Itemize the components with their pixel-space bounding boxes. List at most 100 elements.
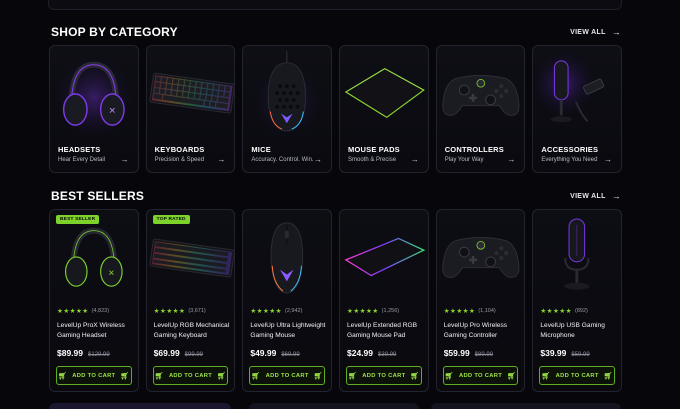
microphone-icon bbox=[533, 47, 622, 139]
price-row: $69.99 $99.99 bbox=[154, 348, 203, 358]
category-subtitle: Accuracy. Control. Win. bbox=[251, 157, 314, 163]
category-label: ACCESSORIES bbox=[541, 145, 599, 154]
category-card-keyboards[interactable]: KEYBOARDS Precision & Speed → bbox=[145, 45, 236, 173]
category-card-accessories[interactable]: ACCESSORIES Everything You Need → bbox=[532, 45, 623, 173]
add-to-cart-label: ADD TO CART bbox=[555, 372, 599, 379]
arrow-right-icon: → bbox=[410, 155, 419, 164]
add-to-cart-button[interactable]: 🛒︎ ADD TO CART 🛒︎ bbox=[346, 366, 422, 385]
cart-plus-icon: 🛒︎ bbox=[120, 372, 130, 380]
old-price: $89.99 bbox=[474, 352, 494, 358]
controller-icon bbox=[441, 74, 520, 116]
category-grid: ✕ HEADSETS Hear Every Detail → KEYBOARDS… bbox=[49, 45, 623, 173]
product-name[interactable]: LevelUp USB Gaming Microphone bbox=[540, 321, 621, 341]
arrow-right-icon: → bbox=[611, 191, 621, 201]
add-to-cart-label: ADD TO CART bbox=[458, 372, 503, 379]
price-row: $49.99 $69.99 bbox=[250, 348, 299, 358]
cart-plus-icon: 🛒︎ bbox=[507, 372, 517, 380]
old-price: $99.99 bbox=[184, 352, 204, 358]
product-card-mouse[interactable]: ★★★★★ (2,942) LevelUp Ultra Lightweight … bbox=[242, 209, 333, 392]
category-section-title: SHOP BY CATEGORY bbox=[51, 25, 178, 39]
add-to-cart-button[interactable]: 🛒︎ ADD TO CART 🛒︎ bbox=[442, 366, 519, 385]
mousepad-icon bbox=[344, 67, 425, 119]
product-name[interactable]: LevelUp Extended RGB Gaming Mouse Pad bbox=[347, 321, 428, 341]
arrow-right-icon: → bbox=[507, 155, 516, 164]
product-grid: ✕ BEST SELLER ★★★★★ (4,823) LevelUp ProX… bbox=[49, 209, 623, 392]
cart-icon: 🛒︎ bbox=[154, 372, 164, 380]
review-count: (892) bbox=[575, 308, 588, 314]
price: $89.99 bbox=[57, 348, 83, 358]
arrow-right-icon: → bbox=[217, 155, 226, 164]
review-count: (3,671) bbox=[188, 308, 206, 314]
rating: ★★★★★ (3,671) bbox=[154, 307, 206, 315]
view-all-label: VIEW ALL bbox=[570, 192, 606, 200]
price-row: $89.99 $129.99 bbox=[57, 348, 110, 358]
cart-plus-icon: 🛒︎ bbox=[313, 372, 323, 380]
add-to-cart-button[interactable]: 🛒︎ ADD TO CART 🛒︎ bbox=[152, 366, 229, 385]
bestsellers-view-all-link[interactable]: VIEW ALL → bbox=[570, 191, 621, 201]
product-name[interactable]: LevelUp Ultra Lightweight Gaming Mouse bbox=[250, 321, 331, 341]
bestsellers-section-title: BEST SELLERS bbox=[51, 189, 145, 203]
category-label: CONTROLLERS bbox=[444, 145, 504, 154]
add-to-cart-button[interactable]: 🛒︎ ADD TO CART 🛒︎ bbox=[539, 366, 616, 385]
star-rating-icon: ★★★★★ bbox=[540, 308, 572, 315]
add-to-cart-label: ADD TO CART bbox=[362, 372, 406, 379]
arrow-right-icon: → bbox=[120, 155, 129, 164]
star-rating-icon: ★★★★★ bbox=[250, 308, 282, 315]
rating: ★★★★★ (1,256) bbox=[347, 307, 399, 315]
add-to-cart-button[interactable]: 🛒︎ ADD TO CART 🛒︎ bbox=[249, 366, 326, 385]
arrow-right-icon: → bbox=[314, 155, 323, 164]
old-price: $69.99 bbox=[281, 352, 300, 358]
review-count: (1,104) bbox=[478, 308, 496, 314]
price: $39.99 bbox=[540, 348, 567, 358]
category-card-controllers[interactable]: CONTROLLERS Play Your Way → bbox=[435, 45, 526, 173]
add-to-cart-button[interactable]: 🛒︎ ADD TO CART 🛒︎ bbox=[56, 366, 132, 385]
cart-plus-icon: 🛒︎ bbox=[603, 372, 613, 380]
star-rating-icon: ★★★★★ bbox=[443, 308, 476, 315]
rating: ★★★★★ (4,823) bbox=[57, 307, 109, 315]
controller-icon bbox=[441, 237, 520, 278]
product-name[interactable]: LevelUp ProX Wireless Gaming Headset bbox=[57, 321, 138, 341]
product-card-mousepad[interactable]: ★★★★★ (1,256) LevelUp Extended RGB Gamin… bbox=[339, 209, 429, 392]
category-card-mouse-pads[interactable]: MOUSE PADS Smooth & Precise → bbox=[339, 45, 429, 173]
cart-icon: 🛒︎ bbox=[444, 372, 454, 380]
price-row: $59.99 $89.99 bbox=[444, 348, 493, 358]
categories-view-all-link[interactable]: VIEW ALL → bbox=[570, 27, 621, 37]
product-name[interactable]: LevelUp Pro Wireless Gaming Controller bbox=[444, 321, 525, 341]
add-to-cart-label: ADD TO CART bbox=[168, 372, 213, 379]
mousepad-icon bbox=[344, 237, 426, 277]
star-rating-icon: ★★★★★ bbox=[57, 308, 89, 315]
review-count: (1,256) bbox=[381, 308, 400, 314]
next-section-card bbox=[49, 403, 231, 409]
cart-plus-icon: 🛒︎ bbox=[410, 372, 420, 380]
next-section-card bbox=[249, 403, 419, 409]
price: $24.99 bbox=[347, 348, 374, 358]
add-to-cart-label: ADD TO CART bbox=[265, 372, 309, 379]
top-banner-edge bbox=[48, 0, 622, 10]
category-card-mice[interactable]: MICE Accuracy. Control. Win. → bbox=[242, 45, 333, 173]
microphone-icon bbox=[564, 218, 590, 290]
product-name[interactable]: LevelUp RGB Mechanical Gaming Keyboard bbox=[154, 321, 235, 341]
category-label: KEYBOARDS bbox=[154, 145, 205, 154]
review-count: (4,823) bbox=[91, 308, 110, 314]
keyboard-icon bbox=[149, 72, 235, 114]
product-card-headset[interactable]: ✕ BEST SELLER ★★★★★ (4,823) LevelUp ProX… bbox=[49, 209, 139, 392]
top-rated-badge: TOP RATED bbox=[152, 215, 190, 224]
price-row: $24.99 $39.99 bbox=[347, 348, 396, 358]
review-count: (2,942) bbox=[284, 308, 303, 314]
category-subtitle: Play Your Way bbox=[444, 157, 484, 163]
mouse-icon bbox=[243, 47, 332, 139]
arrow-right-icon: → bbox=[611, 27, 621, 37]
rating: ★★★★★ (892) bbox=[540, 307, 587, 315]
category-subtitle: Everything You Need bbox=[541, 157, 598, 163]
star-rating-icon: ★★★★★ bbox=[347, 308, 379, 315]
star-rating-icon: ★★★★★ bbox=[153, 308, 186, 315]
price-row: $39.99 $59.99 bbox=[540, 348, 589, 358]
next-section-card bbox=[431, 403, 621, 409]
category-card-headsets[interactable]: ✕ HEADSETS Hear Every Detail → bbox=[49, 45, 139, 173]
old-price: $39.99 bbox=[378, 352, 397, 358]
product-card-controller[interactable]: ★★★★★ (1,104) LevelUp Pro Wireless Gamin… bbox=[435, 209, 526, 392]
product-card-keyboard[interactable]: TOP RATED ★★★★★ (3,671) LevelUp RGB Mech… bbox=[145, 209, 236, 392]
mouse-icon bbox=[270, 222, 304, 294]
product-card-microphone[interactable]: ★★★★★ (892) LevelUp USB Gaming Microphon… bbox=[532, 209, 623, 392]
price: $49.99 bbox=[250, 348, 277, 358]
